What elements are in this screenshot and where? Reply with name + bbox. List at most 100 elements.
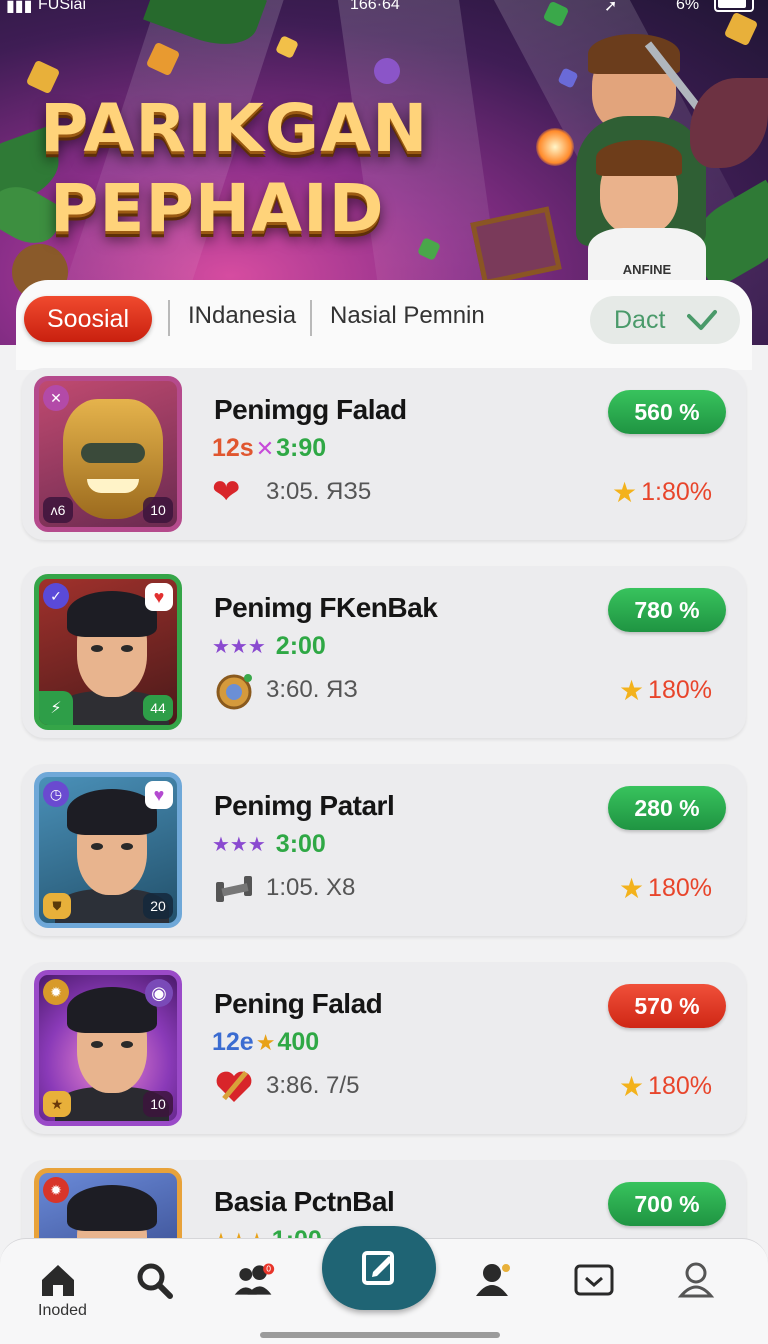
compose-button[interactable]: [322, 1226, 436, 1310]
item-stats: 12s ✕ 3:90: [212, 434, 326, 463]
sun-badge-icon: ✹: [43, 1177, 69, 1203]
heart-check-icon: ♥: [145, 583, 173, 611]
avatar-eye: [91, 843, 103, 850]
compass-icon: [212, 670, 256, 710]
avatar: ◷ ♥ ⛊ 20: [34, 772, 182, 928]
percent-pill[interactable]: 700 %: [608, 1182, 726, 1226]
nav-profile-active[interactable]: [470, 1258, 514, 1302]
shield-badge-icon: ⛊: [43, 893, 71, 919]
divider: [310, 300, 312, 336]
item-name: Penimg Patarl: [214, 790, 395, 821]
avatar-eye: [121, 843, 133, 850]
heart-badge-icon: ♥: [145, 781, 173, 809]
sort-dropdown[interactable]: Dact: [590, 296, 740, 344]
percent-pill[interactable]: 780 %: [608, 588, 726, 632]
stat-c: 2:00: [275, 632, 326, 660]
heart-sword-icon: [212, 1066, 256, 1106]
person-outline-icon: [677, 1262, 715, 1298]
percent-pill[interactable]: 280 %: [608, 786, 726, 830]
edit-icon: [362, 1251, 394, 1285]
nav-friends[interactable]: 0: [232, 1258, 276, 1302]
rating-value: 180%: [648, 676, 712, 704]
notification-count: 0: [266, 1264, 271, 1274]
stat-b: ✕: [255, 435, 275, 461]
item-stats: ★★★ 2:00: [212, 632, 326, 661]
sun-badge-icon: ✹: [43, 979, 69, 1005]
item-meta: 3:60. ЯЗ: [266, 676, 358, 703]
grin: [87, 479, 139, 493]
stat-a: 12s: [212, 434, 254, 462]
orb-badge-icon: ◉: [145, 979, 173, 1007]
level-badge: 10: [143, 497, 173, 523]
list-item[interactable]: ✹ ◉ ★ 10 Pening Falad 12e ★ 400 3:86. 7/…: [22, 962, 746, 1134]
avatar-hair: [67, 789, 157, 835]
percent-pill[interactable]: 560 %: [608, 390, 726, 434]
avatar-eye: [91, 1041, 103, 1048]
check-chevron-icon: [687, 310, 718, 330]
heart-icon: ❤: [212, 473, 241, 511]
avatar-hair: [67, 987, 157, 1033]
search-icon: [137, 1263, 173, 1299]
clock-badge-icon: ◷: [43, 781, 69, 807]
filter-chip-nasial[interactable]: Nasial Pemnin: [330, 302, 485, 330]
divider: [168, 300, 170, 336]
stat-c: 400: [277, 1028, 320, 1056]
class-badge: ✕: [43, 385, 69, 411]
hero-hair: [596, 140, 682, 176]
stat-a: 12e: [212, 1028, 254, 1056]
percent-pill-label: 560 %: [634, 398, 700, 425]
nav-inbox[interactable]: [572, 1258, 616, 1302]
banner-title-line-2: PEPHAID: [50, 170, 385, 247]
rating: ★ 180%: [619, 1070, 712, 1103]
star-icon: ★: [618, 1071, 645, 1102]
item-name: Pening Falad: [214, 988, 383, 1019]
avatar-eye: [121, 645, 133, 652]
level-badge: 20: [143, 893, 173, 919]
rating: ★ 180%: [619, 674, 712, 707]
stat-stars: ★★★: [212, 834, 266, 856]
list-item[interactable]: ◷ ♥ ⛊ 20 Penimg Patarl ★★★ 3:00 1:05. X8…: [22, 764, 746, 936]
level-badge: 44: [143, 695, 173, 721]
star-icon: ★: [618, 675, 645, 706]
filter-chip-indonesia[interactable]: INdanesia: [188, 302, 296, 330]
nav-home-label: Inoded: [38, 1302, 87, 1319]
item-stats: ★★★ 3:00: [212, 830, 326, 859]
banner-title-line-1: PARIKGAN: [40, 90, 429, 167]
clock: 166·64: [350, 0, 400, 13]
rank-badge: ʌ6: [43, 497, 73, 523]
nav-account[interactable]: [674, 1258, 718, 1302]
signal-icon: ▮▮▮: [6, 0, 33, 15]
battery-icon: [714, 0, 754, 12]
gold-cube: [275, 35, 299, 59]
avatar-hair: [67, 591, 157, 637]
list-item[interactable]: ✓ ♥ ⚡ 44 Penimg FKenBak ★★★ 2:00 3:60. Я…: [22, 566, 746, 738]
rating-value: 180%: [648, 874, 712, 902]
filter-chip-active[interactable]: Soosial: [24, 296, 152, 342]
home-indicator: [260, 1332, 500, 1338]
group-icon: 0: [234, 1263, 275, 1295]
rating-value: 1:80%: [641, 478, 712, 506]
item-name: Penimg FKenBak: [214, 592, 438, 623]
fire-blast: [536, 128, 574, 166]
avatar-eye: [121, 1041, 133, 1048]
nav-home[interactable]: [36, 1258, 80, 1302]
check-badge-icon: ✓: [43, 583, 69, 609]
percent-pill-label: 700 %: [634, 1190, 700, 1217]
star-badge-icon: ★: [43, 1091, 71, 1117]
dumbbell-icon: [212, 868, 256, 908]
list-item[interactable]: ✕ ʌ6 10 Penimgg Falad 12s ✕ 3:90 ❤ 3:05.…: [22, 368, 746, 540]
nav-search[interactable]: [132, 1258, 176, 1302]
item-meta: 1:05. X8: [266, 874, 356, 901]
item-name: Basia PctnBal: [214, 1186, 395, 1217]
dragon-wing: [690, 78, 768, 168]
star-icon: ★: [612, 477, 638, 508]
item-meta: 3:05. ЯЗ5: [266, 478, 372, 505]
item-name: Penimgg Falad: [214, 394, 407, 425]
location-icon: ➚: [604, 0, 618, 15]
stat-c: 3:00: [275, 830, 326, 858]
boost-icon: ⚡: [39, 691, 73, 725]
carrier-label: FUSiai: [38, 0, 87, 13]
percent-pill[interactable]: 570 %: [608, 984, 726, 1028]
goggles: [81, 443, 145, 463]
level-badge: 10: [143, 1091, 173, 1117]
